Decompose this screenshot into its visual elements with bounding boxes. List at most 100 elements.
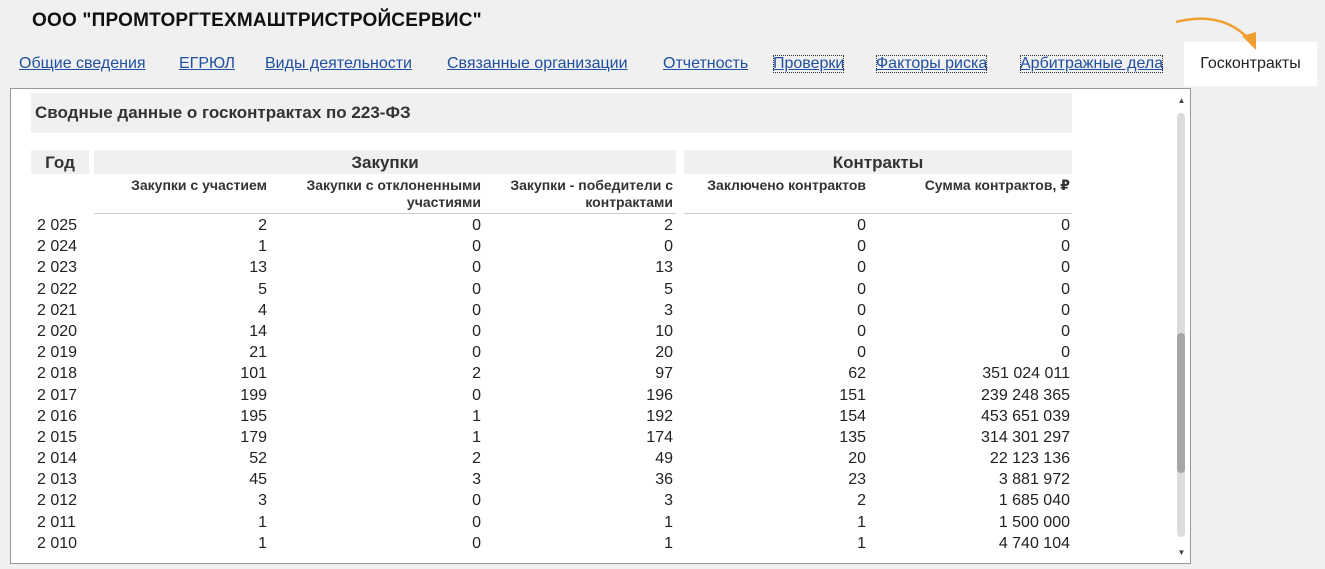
- tab-inspections[interactable]: Проверки: [773, 55, 845, 73]
- cell-participated: 52: [249, 450, 267, 468]
- table-row: 2 012 3 0 3 2 1 685 040: [11, 492, 1181, 513]
- section-title: Сводные данные о госконтрактах по 223-ФЗ: [31, 93, 1072, 133]
- cell-year: 2 020: [37, 322, 78, 340]
- tab-egrul[interactable]: ЕГРЮЛ: [179, 55, 235, 73]
- cell-year: 2 023: [37, 259, 78, 277]
- cell-rejected: 1: [472, 407, 481, 425]
- scrollbar-thumb[interactable]: [1177, 333, 1185, 473]
- cell-concluded: 0: [857, 322, 866, 340]
- cell-participated: 179: [240, 428, 267, 446]
- cell-winners: 2: [664, 217, 673, 234]
- cell-sum: 0: [1061, 344, 1070, 362]
- cell-concluded: 20: [848, 450, 866, 468]
- cell-winners: 3: [664, 301, 673, 319]
- cell-winners: 97: [655, 365, 673, 383]
- cell-sum: 0: [1061, 238, 1070, 256]
- cell-participated: 195: [240, 407, 267, 425]
- vertical-scrollbar[interactable]: ▲ ▼: [1173, 89, 1190, 563]
- cell-winners: 13: [655, 259, 673, 277]
- cell-winners: 49: [655, 450, 673, 468]
- table-row: 2 016 195 1 192 154 453 651 039: [11, 408, 1181, 429]
- cell-participated: 101: [240, 365, 267, 383]
- cell-concluded: 135: [839, 428, 866, 446]
- cell-rejected: 0: [472, 344, 481, 362]
- cell-concluded: 154: [839, 407, 866, 425]
- table-row: 2 022 5 0 5 0 0: [11, 281, 1181, 302]
- cell-concluded: 0: [857, 238, 866, 256]
- cell-concluded: 62: [848, 365, 866, 383]
- table-row: 2 020 14 0 10 0 0: [11, 323, 1181, 344]
- cell-year: 2 019: [37, 344, 78, 362]
- cell-sum: 0: [1061, 322, 1070, 340]
- cell-concluded: 2: [857, 492, 866, 510]
- cell-sum: 453 651 039: [981, 407, 1070, 425]
- scroll-up-arrow-icon[interactable]: ▲: [1173, 93, 1190, 107]
- tab-bar: Общие сведения ЕГРЮЛ Виды деятельности С…: [0, 42, 1325, 88]
- cell-winners: 20: [655, 344, 673, 362]
- cell-rejected: 0: [472, 534, 481, 552]
- cell-sum: 0: [1061, 217, 1070, 234]
- cell-participated: 1: [258, 513, 267, 531]
- tab-reporting[interactable]: Отчетность: [663, 55, 748, 73]
- cell-rejected: 0: [472, 259, 481, 277]
- cell-participated: 45: [249, 471, 267, 489]
- cell-sum: 0: [1061, 301, 1070, 319]
- cell-year: 2 015: [37, 428, 78, 446]
- table-row: 2 015 179 1 174 135 314 301 297: [11, 429, 1181, 450]
- cell-year: 2 013: [37, 471, 78, 489]
- gov-contracts-panel: Сводные данные о госконтрактах по 223-ФЗ…: [10, 88, 1191, 564]
- cell-rejected: 1: [472, 428, 481, 446]
- cell-year: 2 021: [37, 301, 78, 319]
- table-row: 2 019 21 0 20 0 0: [11, 344, 1181, 365]
- cell-winners: 3: [664, 492, 673, 510]
- cell-participated: 4: [258, 301, 267, 319]
- cell-rejected: 2: [472, 365, 481, 383]
- table-row: 2 018 101 2 97 62 351 024 011: [11, 365, 1181, 386]
- cell-winners: 10: [655, 322, 673, 340]
- contracts-header-rule: [684, 213, 1072, 214]
- tab-activities[interactable]: Виды деятельности: [265, 55, 412, 73]
- cell-rejected: 0: [472, 492, 481, 510]
- cell-participated: 199: [240, 386, 267, 404]
- cell-concluded: 0: [857, 280, 866, 298]
- table-row: 2 011 1 0 1 1 1 500 000: [11, 514, 1181, 535]
- cell-year: 2 010: [37, 534, 78, 552]
- cell-sum: 239 248 365: [981, 386, 1070, 404]
- tab-risk-factors[interactable]: Факторы риска: [876, 55, 988, 73]
- cell-concluded: 0: [857, 301, 866, 319]
- table-row: 2 010 1 0 1 1 4 740 104: [11, 535, 1181, 556]
- col-winners-header: Закупки - победители с контрактами: [510, 177, 673, 210]
- cell-year: 2 024: [37, 238, 78, 256]
- table-row: 2 025 2 0 2 0 0: [11, 217, 1181, 238]
- cell-participated: 3: [258, 492, 267, 510]
- cell-rejected: 0: [472, 280, 481, 298]
- cell-concluded: 23: [848, 471, 866, 489]
- cell-participated: 5: [258, 280, 267, 298]
- tab-arbitration-cases[interactable]: Арбитражные дела: [1020, 55, 1164, 73]
- scrollbar-track[interactable]: [1177, 113, 1185, 537]
- tab-general-info[interactable]: Общие сведения: [19, 55, 146, 73]
- highlight-arrow-icon: [1175, 17, 1256, 50]
- cell-sum: 351 024 011: [982, 365, 1070, 383]
- cell-winners: 5: [664, 280, 673, 298]
- purchases-group-header: Закупки: [94, 150, 676, 174]
- year-column-header: Год: [31, 150, 89, 174]
- cell-concluded: 1: [857, 534, 866, 552]
- purchases-header-rule: [94, 213, 676, 214]
- cell-year: 2 018: [37, 365, 78, 383]
- cell-participated: 14: [249, 322, 267, 340]
- cell-sum: 0: [1061, 280, 1070, 298]
- cell-winners: 1: [664, 534, 673, 552]
- col-concluded-header: Заключено контрактов: [707, 177, 866, 193]
- cell-participated: 2: [258, 217, 267, 234]
- col-rejected-header: Закупки с отклоненными участиями: [306, 177, 481, 210]
- tab-related-organizations[interactable]: Связанные организации: [447, 55, 628, 73]
- cell-concluded: 151: [839, 386, 866, 404]
- cell-sum: 3 881 972: [998, 471, 1070, 489]
- cell-rejected: 0: [472, 238, 481, 256]
- cell-concluded: 1: [857, 513, 866, 531]
- cell-rejected: 2: [472, 450, 481, 468]
- table-row: 2 014 52 2 49 20 22 123 136: [11, 450, 1181, 471]
- cell-sum: 4 740 104: [998, 534, 1070, 552]
- scroll-down-arrow-icon[interactable]: ▼: [1173, 545, 1190, 559]
